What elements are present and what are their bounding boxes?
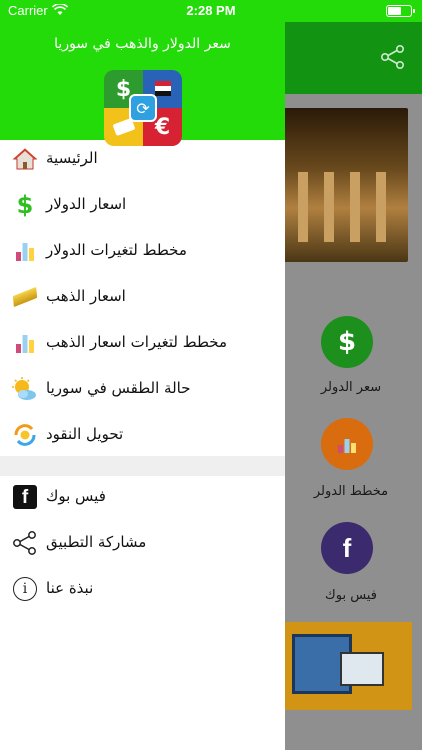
share-icon[interactable] [380,44,406,70]
bar-chart-icon [12,330,38,356]
bar-chart-icon [12,238,38,264]
menu-item-gold-chart[interactable]: مخطط لتغيرات اسعار الذهب [0,324,285,364]
menu-item-dollar-chart[interactable]: مخطط لتغيرات الدولار [0,232,285,272]
menu-item-currency-converter[interactable]: تحويل النقود [0,416,285,456]
menu-item-facebook[interactable]: f فيس بوك [0,478,285,518]
share-icon [12,530,38,556]
menu-item-label: نبذة عنا [46,579,94,597]
menu-item-dollar-prices[interactable]: $ اسعار الدولار [0,186,285,226]
menu-item-label: الرئيسية [46,149,98,167]
menu-item-gold-prices[interactable]: اسعار الذهب [0,278,285,318]
status-bar: Carrier 2:28 PM [0,0,422,22]
menu-item-weather[interactable]: حالة الطقس في سوريا [0,370,285,410]
currency-exchange-icon [12,422,38,448]
menu-item-label: فيس بوك [46,487,106,505]
menu-item-share-app[interactable]: مشاركة التطبيق [0,524,285,564]
tile-label: سعر الدولر [320,380,382,395]
app-logo: $ € ⟳ [104,70,182,146]
info-icon: i [12,576,38,602]
navigation-drawer: سعر الدولار والذهب في سوريا $ € ⟳ الرئيس… [0,0,285,750]
facebook-icon: f [12,484,38,510]
home-icon [12,146,38,172]
chart-tile-icon[interactable] [321,418,373,470]
menu-item-label: اسعار الذهب [46,287,126,305]
tile-label: فيس بوك [325,588,377,603]
facebook-tile-icon[interactable]: f [321,522,373,574]
tile-label: مخطط الدولر [313,484,389,499]
menu-item-label: اسعار الدولار [46,195,127,213]
clock: 2:28 PM [186,3,236,18]
battery-icon [386,5,415,17]
menu-item-label: مخطط لتغيرات اسعار الذهب [46,333,228,351]
menu-item-home[interactable]: الرئيسية [0,140,285,180]
promo-banner [284,622,412,710]
dollar-icon: $ [16,191,34,219]
app-title: سعر الدولار والذهب في سوريا [54,36,231,52]
gold-bar-icon [12,284,38,310]
weather-icon [12,376,38,402]
menu-divider [0,456,285,476]
dollar-tile-icon[interactable]: $ [321,316,373,368]
menu-item-label: مخطط لتغيرات الدولار [46,241,187,259]
banner-image [284,108,408,262]
menu-item-about[interactable]: i نبذة عنا [0,570,285,610]
menu-item-label: مشاركة التطبيق [46,533,147,551]
menu-item-label: تحويل النقود [46,425,124,443]
menu-item-label: حالة الطقس في سوريا [46,379,191,397]
